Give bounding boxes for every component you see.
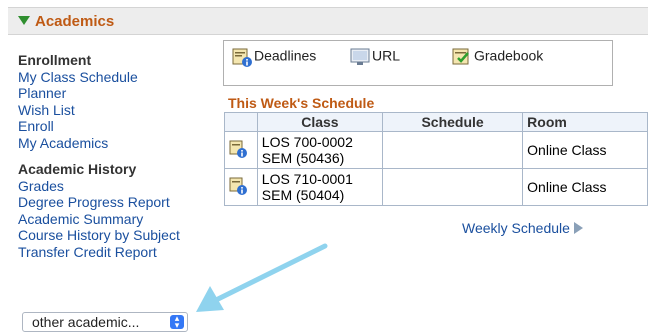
gradebook-label: Gradebook [474, 47, 544, 64]
nav-enroll[interactable]: Enroll [18, 118, 180, 135]
schedule-cell [381, 168, 524, 206]
play-arrow-icon [573, 222, 583, 234]
class-details-icon[interactable] [224, 168, 258, 206]
icon-column-header [224, 112, 258, 132]
url-label: URL [372, 47, 401, 64]
nav-academic-summary[interactable]: Academic Summary [18, 211, 180, 228]
select-value: other academic... [32, 314, 140, 330]
enrollment-heading: Enrollment [18, 52, 92, 68]
nav-planner[interactable]: Planner [18, 85, 180, 102]
select-arrows-icon: ▴ ▾ [170, 314, 184, 330]
other-academic-select[interactable]: other academic... ▴ ▾ [22, 312, 188, 332]
weekly-schedule-table: Class Schedule Room LOS 700-0002 SEM (504… [224, 112, 648, 206]
deadlines-label: Deadlines [254, 47, 317, 64]
column-header-schedule: Schedule [381, 112, 524, 132]
nav-my-academics[interactable]: My Academics [18, 135, 180, 152]
academics-header[interactable]: Academics [8, 7, 648, 35]
column-header-room: Room [522, 112, 648, 132]
deadlines-link[interactable]: Deadlines [232, 47, 316, 67]
class-details-icon[interactable] [224, 131, 258, 169]
gradebook-link[interactable]: Gradebook [452, 47, 543, 67]
academic-history-heading: Academic History [18, 161, 137, 177]
annotation-arrow-icon [196, 243, 328, 312]
nav-course-history-by-subject[interactable]: Course History by Subject [18, 227, 180, 244]
deadlines-icon [232, 48, 252, 67]
quick-links-panel: Deadlines URL Gradebook [223, 40, 613, 86]
nav-my-class-schedule[interactable]: My Class Schedule [18, 69, 180, 86]
url-icon [350, 48, 370, 65]
table-row: LOS 700-0002 SEM (50436) Online Class [224, 131, 648, 169]
table-header-row: Class Schedule Room [224, 112, 648, 132]
gradebook-icon [452, 48, 469, 65]
class-cell: LOS 700-0002 SEM (50436) [256, 131, 384, 169]
collapse-triangle-icon[interactable] [18, 16, 30, 25]
schedule-cell [381, 131, 524, 169]
nav-wish-list[interactable]: Wish List [18, 102, 180, 119]
room-cell: Online Class [522, 131, 648, 169]
nav-degree-progress-report[interactable]: Degree Progress Report [18, 194, 180, 211]
room-cell: Online Class [522, 168, 648, 206]
class-cell: LOS 710-0001 SEM (50404) [256, 168, 384, 206]
table-row: LOS 710-0001 SEM (50404) Online Class [224, 168, 648, 206]
url-link[interactable]: URL [350, 47, 400, 67]
weekly-schedule-label: Weekly Schedule [462, 220, 570, 236]
academics-nav: Enrollment My Class Schedule Planner Wis… [18, 52, 180, 260]
section-title: Academics [35, 13, 115, 30]
column-header-class: Class [256, 112, 384, 132]
schedule-title: This Week's Schedule [228, 95, 375, 111]
weekly-schedule-link[interactable]: Weekly Schedule [462, 220, 583, 236]
nav-grades[interactable]: Grades [18, 178, 180, 195]
nav-transfer-credit-report[interactable]: Transfer Credit Report [18, 244, 180, 261]
